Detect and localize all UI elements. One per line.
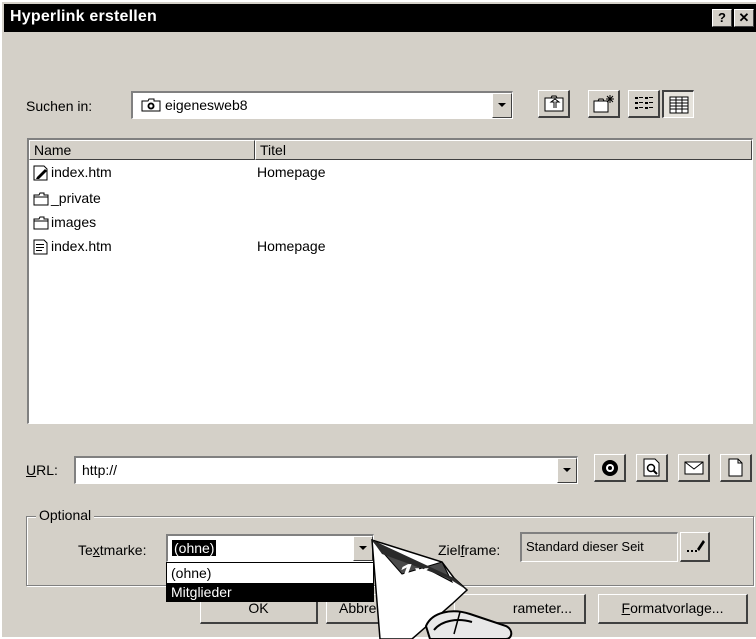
details-view-button[interactable] xyxy=(662,90,694,118)
new-folder-button[interactable] xyxy=(588,90,620,118)
lookin-label: Suchen in: xyxy=(26,98,93,114)
browse-file-button[interactable] xyxy=(636,454,668,482)
click-count-label: 1x xyxy=(395,558,430,588)
web-browse-icon xyxy=(602,460,618,476)
new-folder-icon xyxy=(593,95,614,113)
file-title: Homepage xyxy=(257,238,326,254)
title-bar[interactable]: Hyperlink erstellen ? ✕ xyxy=(4,4,756,32)
textmarke-value: (ohne) xyxy=(172,540,217,556)
edit-page-icon xyxy=(33,164,49,188)
click-callout xyxy=(371,538,513,639)
browse-web-button[interactable] xyxy=(594,454,626,482)
url-label: URL: xyxy=(26,462,58,478)
html-page-icon xyxy=(33,238,49,262)
list-view-icon xyxy=(635,97,653,109)
lookin-combobox[interactable]: eigenesweb8 xyxy=(131,91,513,119)
new-page-icon xyxy=(728,458,743,477)
column-header-name[interactable]: Name xyxy=(29,140,255,160)
pencil-icon xyxy=(687,540,705,552)
file-search-icon xyxy=(643,458,660,477)
new-page-button[interactable] xyxy=(720,454,752,482)
email-link-button[interactable] xyxy=(678,454,710,482)
lookin-value: eigenesweb8 xyxy=(165,97,248,113)
zielframe-value: Standard dieser Seit xyxy=(526,539,644,554)
zielframe-field: Standard dieser Seit xyxy=(520,532,678,562)
format-button[interactable]: Formatvorlage... xyxy=(598,594,748,624)
url-dropdown-button[interactable] xyxy=(557,458,577,483)
folder-icon xyxy=(33,214,49,238)
details-view-icon xyxy=(669,96,689,114)
close-button[interactable]: ✕ xyxy=(734,9,754,27)
lookin-dropdown-button[interactable] xyxy=(492,93,512,118)
file-name: images xyxy=(51,214,97,230)
file-name: _private xyxy=(51,190,101,206)
textmarke-label: Textmarke: xyxy=(78,542,147,558)
list-view-button[interactable] xyxy=(628,90,660,118)
url-input[interactable]: http:// xyxy=(82,462,117,478)
file-title: Homepage xyxy=(257,164,326,180)
hyperlink-dialog: Hyperlink erstellen ? ✕ Suchen in: eigen… xyxy=(0,0,756,639)
window-title: Hyperlink erstellen xyxy=(10,8,157,25)
file-name: index.htm xyxy=(51,164,112,180)
zielframe-edit-button[interactable] xyxy=(680,532,710,562)
file-list[interactable]: Name Titel index.htm Homepage _private i… xyxy=(27,138,753,424)
optional-group-title: Optional xyxy=(36,507,95,523)
url-combobox[interactable]: http:// xyxy=(74,456,578,484)
folder-up-icon xyxy=(544,95,564,112)
column-header-title[interactable]: Titel xyxy=(255,140,752,160)
envelope-icon xyxy=(684,461,704,475)
up-folder-button[interactable] xyxy=(538,90,570,118)
web-folder-icon xyxy=(141,97,161,116)
file-name: index.htm xyxy=(51,238,112,254)
help-button[interactable]: ? xyxy=(712,9,732,27)
folder-icon xyxy=(33,190,49,214)
